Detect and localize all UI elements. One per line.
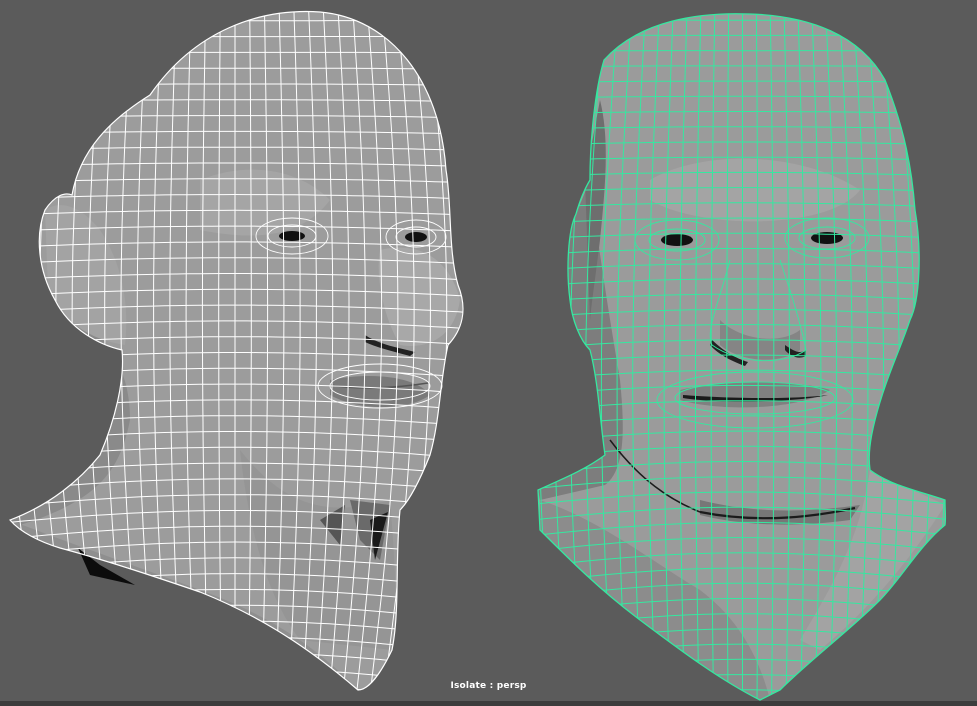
mesh-edge-ring xyxy=(10,36,463,38)
persp-viewport[interactable]: Isolate : persp xyxy=(0,0,977,706)
right-head-surface xyxy=(538,13,946,701)
mesh-edge-loop xyxy=(894,13,916,701)
mesh-edge-loop xyxy=(10,11,48,691)
mesh-edge-loop xyxy=(569,13,591,701)
mesh-edge-loop xyxy=(950,5,977,705)
mesh-edge-ring xyxy=(535,5,950,6)
mesh-edge-loop xyxy=(39,11,75,691)
mesh-edge-loop xyxy=(22,11,61,691)
mesh-edge-loop xyxy=(538,13,550,701)
mesh-edge-loop xyxy=(908,13,932,701)
mesh-edge-loop xyxy=(55,11,88,691)
mesh-edge-loop xyxy=(553,13,577,701)
mesh-edge-ring xyxy=(538,34,946,37)
mesh-edge-loop xyxy=(71,11,102,691)
mesh-edge-loop xyxy=(538,13,564,701)
mesh-edge-loop xyxy=(10,11,21,691)
left-head-mesh[interactable] xyxy=(0,0,977,706)
mesh-edge-loop xyxy=(449,11,463,691)
viewport-bottom-border xyxy=(0,701,977,706)
mesh-edge-loop xyxy=(921,13,946,701)
mesh-edge-ring xyxy=(10,636,463,654)
mesh-edge-loop xyxy=(935,13,946,701)
mesh-edge-ring xyxy=(0,5,470,6)
right-head-wireframe xyxy=(507,5,977,705)
mesh-edge-loop xyxy=(10,11,34,691)
mesh-edge-ring xyxy=(10,652,463,670)
mesh-edge-loop xyxy=(87,11,115,691)
mesh-edge-ring xyxy=(10,620,463,638)
mesh-edge-loop xyxy=(507,5,535,705)
viewport-hud-label: Isolate : persp xyxy=(450,681,527,691)
